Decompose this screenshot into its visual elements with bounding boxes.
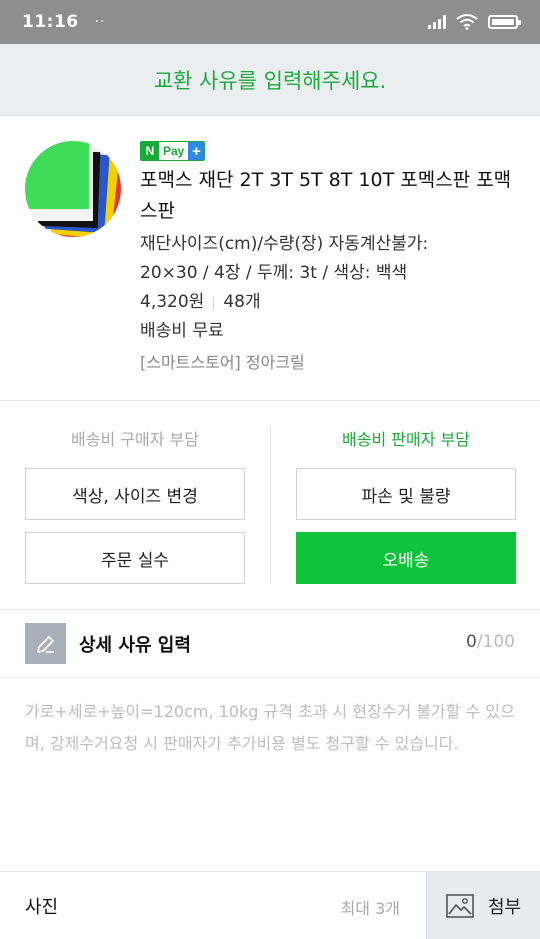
price-row: 4,320원 48개 [140,288,520,317]
npay-plus-icon: + [188,142,205,160]
npay-badge: N Pay + [140,141,206,161]
store-name: [스마트스토어] 정아크릴 [140,353,305,372]
status-bar: 11:16 ·· [0,0,540,44]
attach-label: 첨부 [487,896,522,918]
product-summary: N Pay + 포맥스 재단 2T 3T 5T 8T 10T 포멕스판 포맥스판… [0,116,540,401]
char-count: 0 [465,632,477,652]
buyer-fee-title: 배송비 구매자 부담 [71,430,199,449]
reason-button-wrong-delivery[interactable]: 오배송 [296,532,516,584]
npay-pay: Pay [159,142,189,160]
seller-fee-title: 배송비 판매자 부담 [342,430,470,449]
char-counter: 0/100 [466,632,515,652]
battery-icon [488,15,521,29]
shipping-fee: 배송비 무료 [140,321,224,341]
pencil-icon [25,623,66,664]
wifi-icon [456,14,478,30]
status-right [428,14,521,30]
reason-button-damaged-defective[interactable]: 파손 및 불량 [296,468,516,520]
column-divider [270,426,271,584]
signal-icon [428,15,446,29]
product-quantity: 48개 [223,292,261,312]
product-option-line1: 재단사이즈(cm)/수량(장) 자동계산불가: [140,234,429,254]
photo-max-count: 최대 3개 [340,899,400,918]
attach-photo-button[interactable]: 첨부 [426,872,540,939]
detail-reason-input[interactable] [0,678,540,872]
product-price: 4,320원 [140,292,205,312]
detail-reason-title: 상세 사유 입력 [79,635,191,656]
product-info: N Pay + 포맥스 재단 2T 3T 5T 8T 10T 포멕스판 포맥스판… [140,140,520,378]
divider [213,295,215,310]
status-time: 11:16 [22,12,79,32]
image-icon [446,893,474,918]
reason-button-color-size-change[interactable]: 색상, 사이즈 변경 [25,468,245,520]
reason-button-order-mistake[interactable]: 주문 실수 [25,532,245,584]
page-header: 교환 사유를 입력해주세요. [0,44,540,116]
product-option: 재단사이즈(cm)/수량(장) 자동계산불가: 20×30 / 4장 / 두께:… [140,230,520,288]
notification-dots: ·· [94,14,106,30]
product-thumbnail [25,141,121,237]
product-title: 포맥스 재단 2T 3T 5T 8T 10T 포멕스판 포맥스판 [140,169,512,222]
char-max: /100 [476,632,515,652]
detail-reason-header: 상세 사유 입력 0/100 [0,610,540,678]
product-option-line2: 20×30 / 4장 / 두께: 3t / 색상: 백색 [140,263,408,283]
reason-selector: 배송비 구매자 부담 배송비 판매자 부담 색상, 사이즈 변경 주문 실수 파… [0,402,540,610]
page-title: 교환 사유를 입력해주세요. [153,68,387,93]
status-left: 11:16 ·· [22,12,106,32]
photo-label: 사진 [25,897,59,918]
photo-attach-row: 사진 최대 3개 첨부 [0,872,540,939]
npay-n: N [141,142,159,160]
